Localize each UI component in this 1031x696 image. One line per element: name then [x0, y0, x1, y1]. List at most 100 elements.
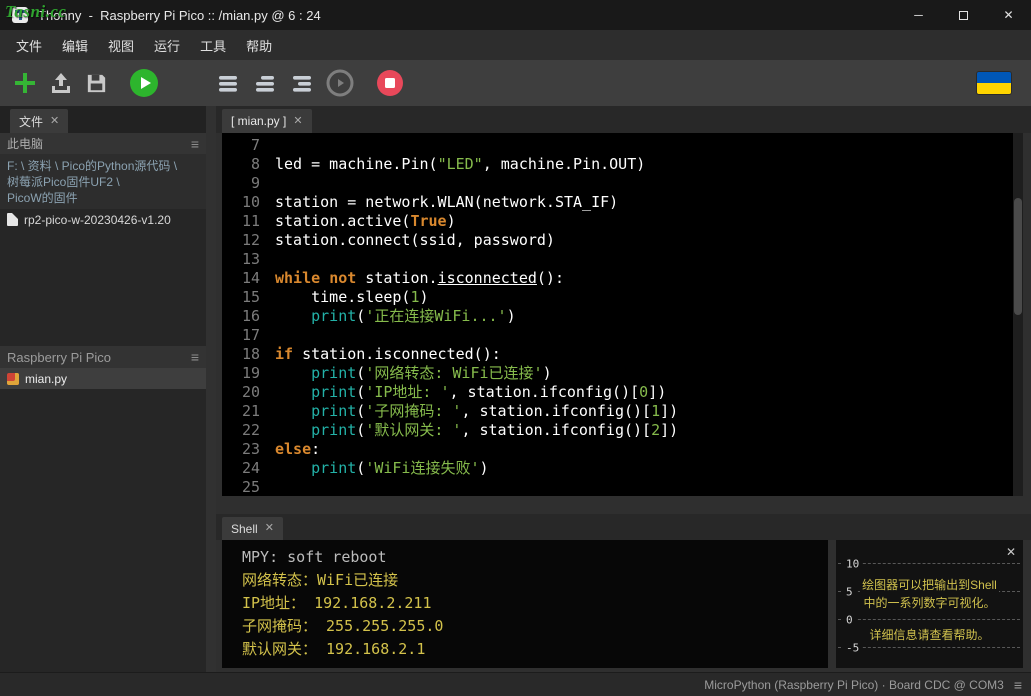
- menu-item[interactable]: 编辑: [52, 31, 98, 60]
- device-file-item[interactable]: mian.py: [0, 368, 206, 389]
- panel-divider[interactable]: [206, 106, 216, 672]
- line-number: 23: [222, 440, 260, 459]
- plot-gridline: 10: [836, 550, 1023, 578]
- panel-menu-icon[interactable]: ≡: [191, 137, 199, 151]
- step-out-icon: [289, 70, 315, 96]
- code-line: 23else:: [222, 440, 1023, 459]
- code-text: if station.isconnected():: [260, 345, 501, 364]
- save-file-button[interactable]: [84, 67, 109, 99]
- editor-lines: 78led = machine.Pin("LED", machine.Pin.O…: [222, 133, 1023, 496]
- close-icon[interactable]: ✕: [293, 116, 302, 127]
- statusbar-menu-icon[interactable]: ≡: [1014, 678, 1022, 692]
- close-icon[interactable]: ✕: [1006, 545, 1016, 559]
- code-text: print('子网掩码: ', station.ifconfig()[1]): [260, 402, 678, 421]
- line-number: 13: [222, 250, 260, 269]
- device-file-name: mian.py: [25, 372, 67, 386]
- code-line: 17: [222, 326, 1023, 345]
- code-line: 21 print('子网掩码: ', station.ifconfig()[1]…: [222, 402, 1023, 421]
- code-text: station.active(True): [260, 212, 456, 231]
- maximize-button[interactable]: [941, 0, 986, 30]
- menu-item[interactable]: 工具: [190, 31, 236, 60]
- path-line[interactable]: F: \ 资料 \ Pico的Python源代码 \: [7, 158, 199, 174]
- code-text: time.sleep(1): [260, 288, 429, 307]
- menu-item[interactable]: 运行: [144, 31, 190, 60]
- code-line: 20 print('IP地址: ', station.ifconfig()[0]…: [222, 383, 1023, 402]
- menu-item[interactable]: 视图: [98, 31, 144, 60]
- code-text: station = network.WLAN(network.STA_IF): [260, 193, 618, 212]
- code-text: station.connect(ssid, password): [260, 231, 555, 250]
- code-line: 19 print('网络转态: WiFi已连接'): [222, 364, 1023, 383]
- run-button[interactable]: [129, 67, 159, 99]
- files-tab-row: 文件 ✕: [0, 106, 206, 133]
- code-text: while not station.isconnected():: [260, 269, 564, 288]
- device-header: Raspberry Pi Pico ≡: [0, 346, 206, 368]
- maximize-icon: [959, 11, 968, 20]
- plot-hint-line: 绘图器可以把输出到Shell: [838, 576, 1021, 594]
- tab-files[interactable]: 文件 ✕: [10, 109, 68, 133]
- stop-button[interactable]: [376, 67, 404, 99]
- code-line: 15 time.sleep(1): [222, 288, 1023, 307]
- path-line[interactable]: 树莓派Pico固件UF2 \: [7, 174, 199, 190]
- menu-bar: 文件编辑视图运行工具帮助: [0, 30, 1031, 60]
- plot-dash-line: [838, 647, 1020, 648]
- line-number: 22: [222, 421, 260, 440]
- code-line: 10station = network.WLAN(network.STA_IF): [222, 193, 1023, 212]
- line-number: 18: [222, 345, 260, 364]
- panel-menu-icon[interactable]: ≡: [191, 350, 199, 364]
- code-line: 11station.active(True): [222, 212, 1023, 231]
- this-pc-label: 此电脑: [7, 135, 43, 152]
- editor-scrollbar[interactable]: [1013, 133, 1023, 496]
- scrollbar-thumb[interactable]: [1014, 198, 1022, 315]
- menu-item[interactable]: 文件: [6, 31, 52, 60]
- line-number: 7: [222, 136, 260, 155]
- code-text: print('WiFi连接失败'): [260, 459, 489, 478]
- file-name: rp2-pico-w-20230426-v1.20: [24, 213, 171, 227]
- file-item[interactable]: rp2-pico-w-20230426-v1.20: [0, 209, 206, 230]
- plotter-panel: 1050-5 绘图器可以把输出到Shell中的一系列数字可视化。详细信息请查看帮…: [836, 540, 1023, 668]
- code-line: 25: [222, 478, 1023, 496]
- shell-tab-row: Shell ✕: [216, 514, 1031, 540]
- step-over-button[interactable]: [215, 67, 241, 99]
- line-number: 21: [222, 402, 260, 421]
- menu-item[interactable]: 帮助: [236, 31, 282, 60]
- shell-line: 网络转态：WiFi已连接: [242, 569, 828, 592]
- minimize-button[interactable]: ─: [896, 0, 941, 30]
- code-line: 16 print('正在连接WiFi...'): [222, 307, 1023, 326]
- line-number: 17: [222, 326, 260, 345]
- code-text: print('默认网关: ', station.ifconfig()[2]): [260, 421, 678, 440]
- window-title: Thonny - Raspberry Pi Pico :: /mian.py @…: [38, 8, 321, 23]
- interpreter-status[interactable]: MicroPython (Raspberry Pi Pico) · Board …: [704, 678, 1004, 692]
- open-file-icon: [48, 70, 74, 96]
- line-number: 19: [222, 364, 260, 383]
- resume-icon: [326, 69, 354, 97]
- shell-line: 默认网关： 192.168.2.1: [242, 638, 828, 661]
- shell-panel[interactable]: MPY: soft reboot网络转态：WiFi已连接IP地址： 192.16…: [222, 540, 828, 668]
- file-icon: [7, 213, 18, 226]
- close-icon[interactable]: ✕: [50, 116, 59, 127]
- tab-mian-py[interactable]: [ mian.py ] ✕: [222, 109, 312, 133]
- code-text: [260, 326, 275, 345]
- resume-button[interactable]: [326, 67, 354, 99]
- path-line[interactable]: PicoW的固件: [7, 190, 199, 206]
- code-line: 24 print('WiFi连接失败'): [222, 459, 1023, 478]
- code-text: led = machine.Pin("LED", machine.Pin.OUT…: [260, 155, 645, 174]
- line-number: 16: [222, 307, 260, 326]
- code-text: print('正在连接WiFi...'): [260, 307, 516, 326]
- toolbar: [0, 60, 1031, 106]
- code-editor[interactable]: 78led = machine.Pin("LED", machine.Pin.O…: [222, 133, 1023, 496]
- ukraine-flag-icon: [977, 72, 1011, 94]
- thonny-window: Thonny - Raspberry Pi Pico :: /mian.py @…: [0, 0, 1031, 696]
- code-text: [260, 478, 275, 496]
- close-icon[interactable]: ✕: [265, 523, 274, 534]
- step-out-button[interactable]: [289, 67, 315, 99]
- code-text: else:: [260, 440, 320, 459]
- close-button[interactable]: ✕: [986, 0, 1031, 30]
- shell-line: 子网掩码： 255.255.255.0: [242, 615, 828, 638]
- new-file-button[interactable]: [12, 67, 38, 99]
- tab-label: Shell: [231, 522, 258, 536]
- open-file-button[interactable]: [48, 67, 74, 99]
- plot-hint-text: 详细信息请查看帮助。: [867, 628, 991, 642]
- step-into-button[interactable]: [252, 67, 278, 99]
- tab-shell[interactable]: Shell ✕: [222, 517, 283, 540]
- watermark: Tasni.cc: [5, 2, 66, 22]
